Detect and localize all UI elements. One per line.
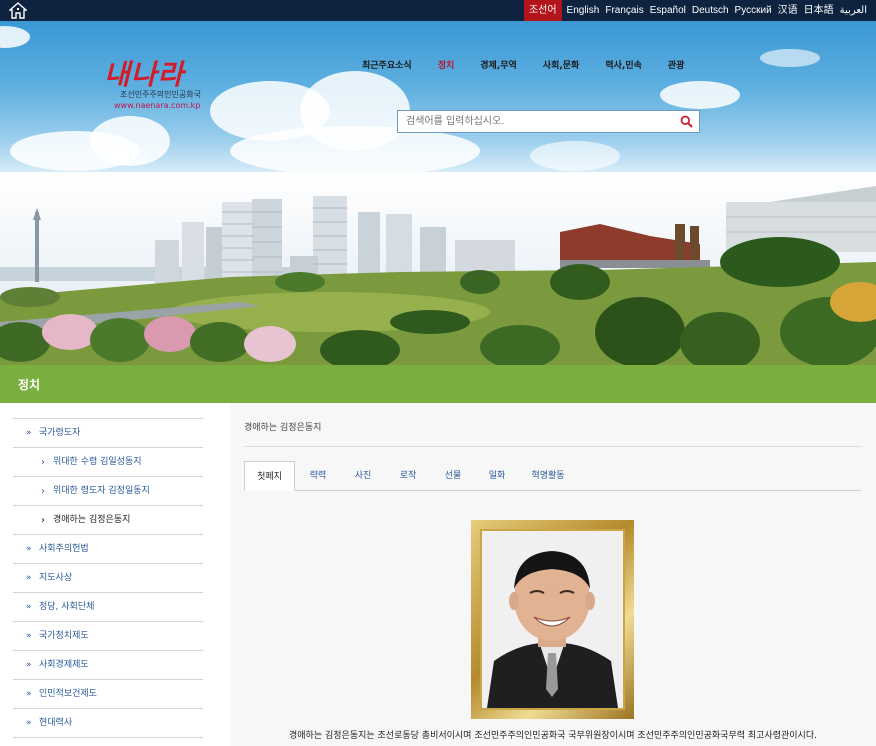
sidebar-item-label: 위대한 령도자 김정일동지 <box>53 486 150 496</box>
double-chevron-icon: » <box>26 544 32 554</box>
tab-revolutionary-activities[interactable]: 혁명활동 <box>525 461 571 491</box>
lang-chinese[interactable]: 汉语 <box>775 0 801 21</box>
logo-subtitle: 조선민주주의인민공화국 <box>120 90 201 99</box>
sidebar-item-state-political-system[interactable]: » 국가정치제도 <box>13 622 203 651</box>
nav-economy-trade[interactable]: 경제,무역 <box>480 58 517 71</box>
portrait-frame <box>471 520 634 719</box>
city-skyline-illustration <box>0 186 876 365</box>
sidebar-item-label: 위대한 수령 김일성동지 <box>53 457 142 467</box>
sidebar-subitem-kim-jong-il[interactable]: › 위대한 령도자 김정일동지 <box>13 477 203 506</box>
double-chevron-icon: » <box>26 428 32 438</box>
nav-society-culture[interactable]: 사회,문화 <box>543 58 580 71</box>
portrait-illustration <box>482 531 623 708</box>
divider <box>244 446 861 447</box>
header-cloud <box>0 26 30 48</box>
sidebar-item-label: 사회주의헌법 <box>39 544 89 554</box>
search-icon[interactable] <box>680 115 693 128</box>
double-chevron-icon: » <box>26 573 32 583</box>
lang-german[interactable]: Deutsch <box>689 0 732 21</box>
sidebar-item-guiding-ideology[interactable]: » 지도사상 <box>13 564 203 593</box>
sidebar-item-parties-organizations[interactable]: » 정당, 사회단체 <box>13 593 203 622</box>
sidebar-item-label: 인민적보건제도 <box>39 689 97 699</box>
double-chevron-icon: » <box>26 689 32 699</box>
sidebar: » 국가령도자 › 위대한 수령 김일성동지 › 위대한 령도자 김정일동지 ›… <box>0 403 230 746</box>
sidebar-item-label: 현대력사 <box>39 718 73 728</box>
portrait-mat <box>480 529 625 710</box>
double-chevron-icon: » <box>26 631 32 641</box>
double-chevron-icon: » <box>26 602 32 612</box>
site-header: 내나라 조선민주주의인민공화국 www.naenara.com.kp 최근주요소… <box>0 21 876 172</box>
tab-gifts[interactable]: 선물 <box>437 461 469 491</box>
lang-russian[interactable]: Русский <box>732 0 775 21</box>
sidebar-item-socioeconomic-system[interactable]: » 사회경제제도 <box>13 651 203 680</box>
page-title: 경애하는 김정은동지 <box>244 423 322 433</box>
search-box <box>397 110 700 133</box>
tab-photos[interactable]: 사진 <box>347 461 379 491</box>
sidebar-subitem-kim-il-sung[interactable]: › 위대한 수령 김일성동지 <box>13 448 203 477</box>
sidebar-item-label: 경애하는 김정은동지 <box>53 515 131 525</box>
site-logo[interactable]: 내나라 조선민주주의인민공화국 www.naenara.com.kp <box>98 53 238 113</box>
lang-french[interactable]: Français <box>602 0 646 21</box>
language-switcher: 조선어 English Français Español Deutsch Рус… <box>523 0 870 21</box>
lang-japanese[interactable]: 日本語 <box>801 0 837 21</box>
main-nav: 최근주요소식 정치 경제,무역 사회,문화 력사,민속 관광 <box>362 58 710 71</box>
portrait-caption: 경애하는 김정은동지는 조선로동당 총비서이시며 조선민주주의인민공화국 국무위… <box>289 731 817 741</box>
main-content: 경애하는 김정은동지 첫페지 략력 사진 로작 선물 일화 혁명활동 경애하는 … <box>230 403 876 746</box>
tab-front-page[interactable]: 첫페지 <box>244 461 295 491</box>
sidebar-item-socialist-constitution[interactable]: » 사회주의헌법 <box>13 535 203 564</box>
header-cloud <box>530 141 620 171</box>
sidebar-item-label: 국가정치제도 <box>39 631 89 641</box>
header-cloud <box>90 116 170 166</box>
nav-tourism[interactable]: 관광 <box>668 58 685 71</box>
sidebar-item-modern-history[interactable]: » 현대력사 <box>13 709 203 738</box>
sidebar-item-health-system[interactable]: » 인민적보건제도 <box>13 680 203 709</box>
lang-spanish[interactable]: Español <box>647 0 689 21</box>
nav-politics[interactable]: 정치 <box>438 58 455 71</box>
home-icon[interactable] <box>9 2 27 19</box>
lang-english[interactable]: English <box>564 0 603 21</box>
top-bar: 조선어 English Français Español Deutsch Рус… <box>0 0 876 21</box>
logo-url: www.naenara.com.kp <box>114 101 201 110</box>
section-header: 정치 <box>0 365 876 403</box>
sidebar-item-label: 정당, 사회단체 <box>39 602 95 612</box>
portrait-photo <box>482 531 623 708</box>
sidebar-item-national-leaders[interactable]: » 국가령도자 <box>13 419 203 448</box>
sidebar-menu: » 국가령도자 › 위대한 수령 김일성동지 › 위대한 령도자 김정일동지 ›… <box>13 418 203 738</box>
header-cloud <box>660 81 740 109</box>
chevron-right-icon: › <box>41 515 45 526</box>
city-banner-image <box>0 172 876 365</box>
header-cloud <box>760 49 820 67</box>
search-input[interactable] <box>398 111 674 132</box>
nav-history-folk[interactable]: 력사,민속 <box>605 58 642 71</box>
chevron-right-icon: › <box>41 457 45 468</box>
lang-arabic[interactable]: العربية <box>837 0 870 21</box>
lang-korean[interactable]: 조선어 <box>523 0 562 21</box>
content-tabs: 첫페지 략력 사진 로작 선물 일화 혁명활동 <box>244 461 861 491</box>
logo-wordmark: 내나라 <box>104 58 185 91</box>
double-chevron-icon: » <box>26 660 32 670</box>
sidebar-item-label: 국가령도자 <box>39 428 81 438</box>
nav-recent-news[interactable]: 최근주요소식 <box>362 58 412 71</box>
sidebar-item-label: 사회경제제도 <box>39 660 89 670</box>
sidebar-item-label: 지도사상 <box>39 573 73 583</box>
chevron-right-icon: › <box>41 486 45 497</box>
sidebar-subitem-kim-jong-un[interactable]: › 경애하는 김정은동지 <box>13 506 203 535</box>
double-chevron-icon: » <box>26 718 32 728</box>
tab-works[interactable]: 로작 <box>392 461 424 491</box>
section-title: 정치 <box>18 378 41 392</box>
tab-biography[interactable]: 략력 <box>302 461 334 491</box>
tab-anecdotes[interactable]: 일화 <box>481 461 513 491</box>
